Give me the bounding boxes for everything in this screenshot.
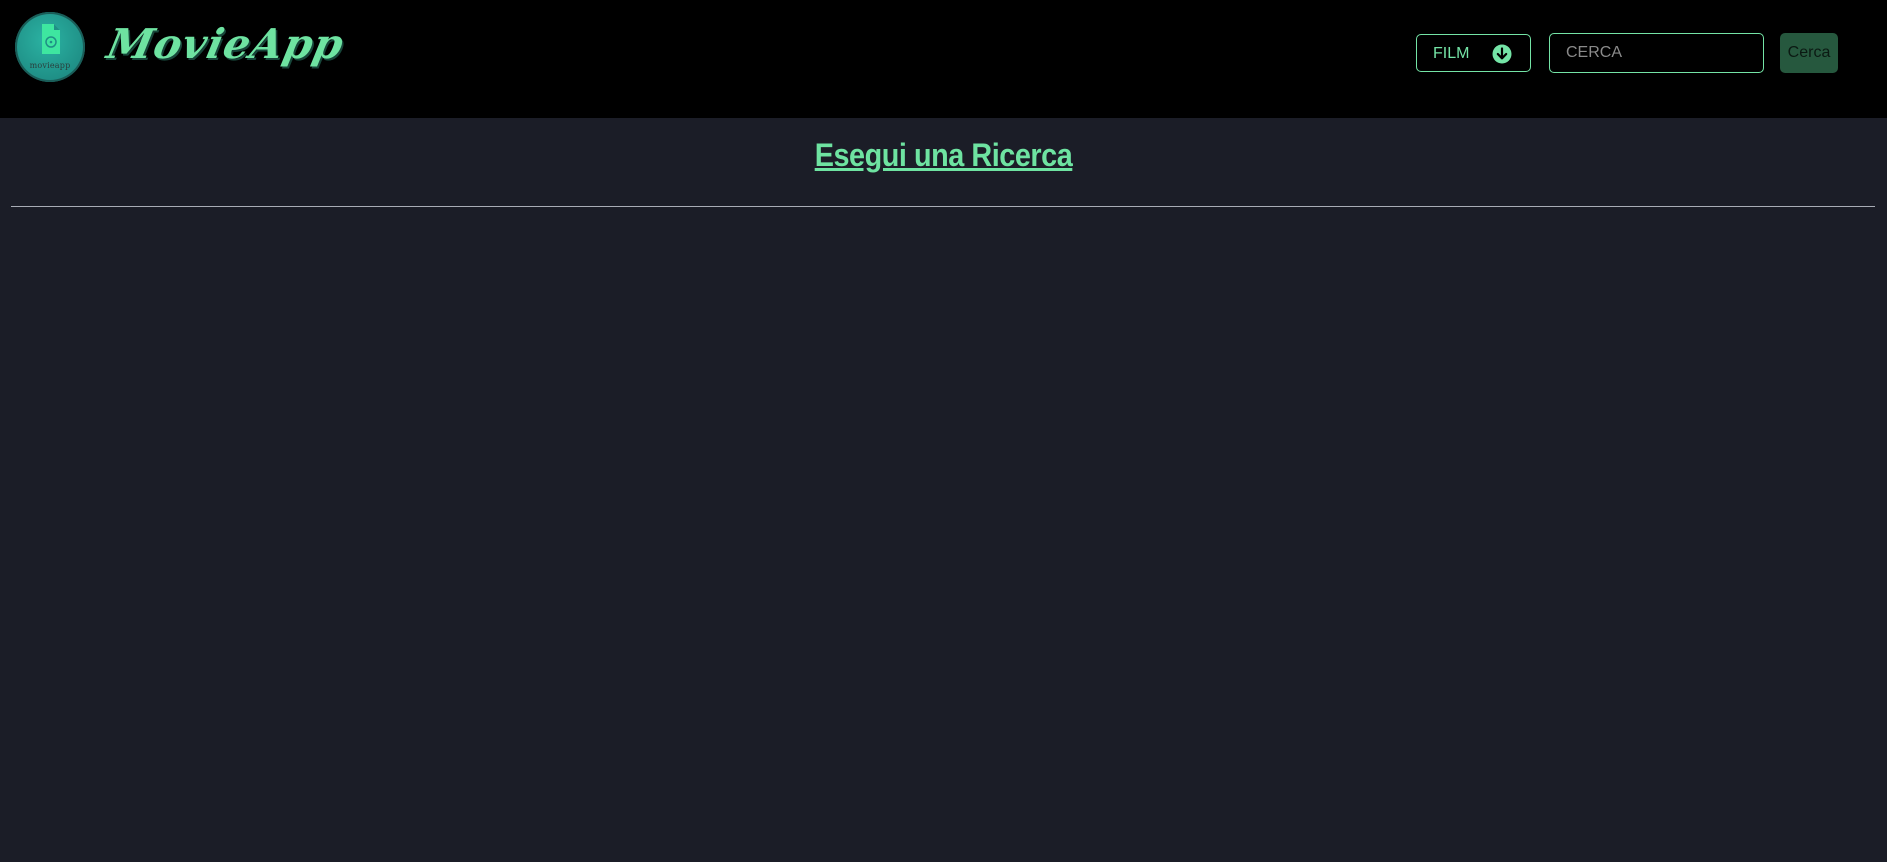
search-input[interactable]	[1549, 33, 1764, 73]
top-navbar: movieapp MovieApp FILM Cerca	[0, 0, 1887, 118]
category-selected-value: FILM	[1433, 45, 1470, 62]
app-logo[interactable]: movieapp	[15, 12, 85, 82]
logo-text: movieapp	[29, 61, 71, 70]
title-divider	[11, 206, 1875, 207]
brand-name[interactable]: MovieApp	[103, 20, 349, 68]
category-select[interactable]: FILM	[1416, 34, 1531, 72]
chevron-down-icon	[1492, 44, 1512, 64]
film-file-icon	[42, 24, 60, 54]
search-button[interactable]: Cerca	[1780, 33, 1838, 73]
page-title: Esegui una Ricerca	[814, 137, 1073, 173]
